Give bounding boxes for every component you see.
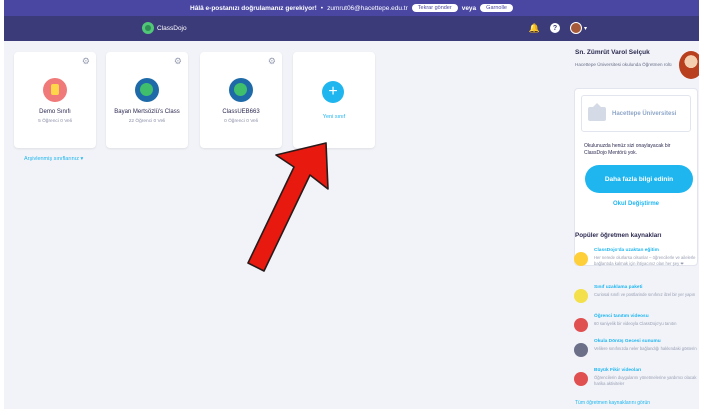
resource-item[interactable]: Okula Dönüş Gecesi sunumu Velilere sınıf… <box>574 339 698 369</box>
class-name: Demo Sınıfı <box>39 109 71 115</box>
resource-title: ClassDojo'da uzaktan eğitim <box>594 248 659 253</box>
logo-text: ClassDojo <box>157 24 187 32</box>
class-stats: 5 Öğrenci 0 Veli <box>38 119 72 124</box>
new-class-label: Yeni sınıf <box>322 114 346 120</box>
account-menu[interactable]: ▾ <box>569 22 587 34</box>
chevron-down-icon: ▾ <box>583 25 587 32</box>
class-card-ueb663[interactable]: ⚙ ClassUEB663 0 Öğrenci 0 Veli <box>200 52 282 148</box>
school-header: Hacettepe Üniversitesi <box>581 95 691 132</box>
banner-separator: • <box>320 4 324 12</box>
class-stats: 0 Öğrenci 0 Veli <box>224 119 258 124</box>
video-icon <box>574 372 588 386</box>
banner-email: zumrut06@hacettepe.edu.tr <box>327 4 408 12</box>
resource-desc: 60 saniyelik bir videoyla ClassDojo'yu t… <box>594 321 677 326</box>
class-name: ClassUEB663 <box>222 109 260 115</box>
teacher-name: Sn. Zümrüt Varol Selçuk <box>575 49 650 56</box>
teacher-role: Hacettepe Üniversitesi okulunda Öğretmen… <box>575 62 672 67</box>
class-icon <box>43 78 67 102</box>
class-name: Bayan Mertsözlü's Class <box>114 109 180 115</box>
video-icon <box>574 318 588 332</box>
resource-title: Büyük Fikir videoları <box>594 368 642 373</box>
app-frame: Hâlâ e-postanızı doğrulamanız gerekiyor!… <box>4 0 699 409</box>
gear-icon[interactable]: ⚙ <box>82 56 90 67</box>
gear-icon[interactable]: ⚙ <box>268 56 276 67</box>
resource-title: Sınıf uzaklama paketi <box>594 285 643 290</box>
school-name: Hacettepe Üniversitesi <box>612 110 677 117</box>
avatar <box>569 22 582 34</box>
resend-button[interactable]: Tekrar gönder <box>411 4 458 12</box>
teacher-avatar[interactable] <box>679 51 699 79</box>
poster-icon <box>574 289 588 303</box>
gear-icon[interactable]: ⚙ <box>174 56 182 67</box>
classdojo-logo[interactable]: ClassDojo <box>142 22 187 34</box>
top-nav: ClassDojo 🔔 ? ▾ <box>4 16 699 41</box>
change-school-button[interactable]: Okul Değiştirme <box>575 201 697 207</box>
banner-message: Hâlâ e-postanızı doğrulamanız gerekiyor! <box>190 4 317 12</box>
class-card-mertsozlu[interactable]: ⚙ Bayan Mertsözlü's Class 22 Öğrenci 0 V… <box>106 52 188 148</box>
globe-icon <box>135 78 159 102</box>
class-stats: 22 Öğrenci 0 Veli <box>128 119 166 124</box>
archived-classes-link[interactable]: Arşivlenmiş sınıflarınız ▾ <box>24 156 83 162</box>
house-icon <box>574 252 588 266</box>
resource-desc: Her nerede olurlarsa olsunlar – öğrencil… <box>594 255 696 266</box>
nav-icons: 🔔 ? ▾ <box>529 22 587 34</box>
resource-desc: Öğrencilerin duygularını yönetmelerine y… <box>594 375 697 386</box>
red-arrow-annotation <box>247 142 329 272</box>
class-card-demo[interactable]: ⚙ Demo Sınıfı 5 Öğrenci 0 Veli <box>14 52 96 148</box>
plus-icon: + <box>322 81 344 103</box>
presentation-icon <box>574 343 588 357</box>
resource-item[interactable]: Sınıf uzaklama paketi Curiosal sınıfı ve… <box>574 285 698 315</box>
resource-title: Okula Dönüş Gecesi sunumu <box>594 339 661 344</box>
resource-item[interactable]: ClassDojo'da uzaktan eğitim Her nerede o… <box>574 248 698 278</box>
resources-heading: Popüler öğretmen kaynakları <box>575 232 662 239</box>
globe-icon <box>229 78 253 102</box>
verify-email-banner: Hâlâ e-postanızı doğrulamanız gerekiyor!… <box>4 0 699 16</box>
classdojo-logo-icon <box>142 22 154 34</box>
change-email-button[interactable]: Garnolle <box>480 4 513 12</box>
school-note: Okulunuzda henüz sizi onaylayacak bir Cl… <box>584 143 671 157</box>
resource-item[interactable]: Büyük Fikir videoları Öğrencilerin duygu… <box>574 368 698 398</box>
school-building-icon <box>588 102 606 121</box>
new-class-card[interactable]: + Yeni sınıf <box>293 52 375 148</box>
teacher-sidebar: Sn. Zümrüt Varol Selçuk Hacettepe Üniver… <box>569 41 699 409</box>
help-icon[interactable]: ? <box>549 23 560 33</box>
resource-desc: Velilere sınıfınızda neler bağlandığı ha… <box>594 346 697 351</box>
resource-desc: Curiosal sınıfı ve postlarinde sınıfınız… <box>594 292 696 297</box>
all-resources-link[interactable]: Tüm öğretmen kaynaklarını görün <box>575 400 650 406</box>
resource-title: Öğrenci tanıtım videosu <box>594 314 649 319</box>
learn-more-button[interactable]: Daha fazla bilgi edinin <box>585 165 693 193</box>
school-card: Hacettepe Üniversitesi Okulunuzda henüz … <box>574 88 698 266</box>
banner-or: veya <box>461 4 477 12</box>
bell-icon[interactable]: 🔔 <box>529 23 540 34</box>
